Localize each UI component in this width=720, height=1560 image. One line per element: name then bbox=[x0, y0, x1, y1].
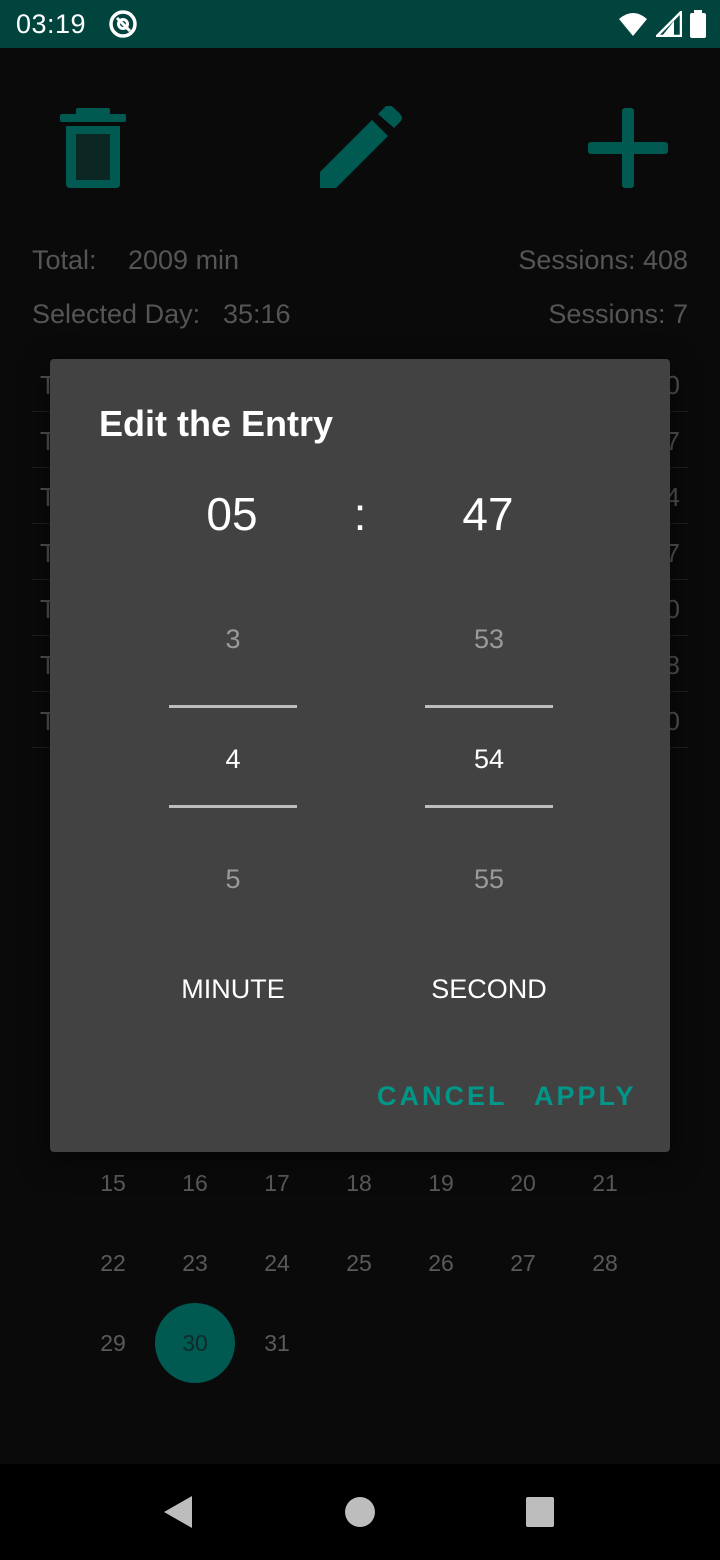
minute-current[interactable]: 4 bbox=[169, 744, 297, 775]
total-sessions: Sessions: 408 bbox=[518, 245, 688, 275]
pencil-icon[interactable] bbox=[318, 106, 402, 190]
calendar-day[interactable]: 16 bbox=[155, 1143, 235, 1223]
second-prev[interactable]: 53 bbox=[425, 624, 553, 655]
calendar-day[interactable]: 31 bbox=[237, 1303, 317, 1383]
dialog-title: Edit the Entry bbox=[99, 403, 334, 444]
calendar-day[interactable]: 24 bbox=[237, 1223, 317, 1303]
calendar-day[interactable]: 22 bbox=[73, 1223, 153, 1303]
time-separator: : bbox=[353, 488, 367, 540]
at-sign-icon bbox=[109, 10, 137, 38]
calendar-day[interactable]: 21 bbox=[565, 1143, 645, 1223]
edit-entry-dialog: Edit the Entry 05 : 47 3 4 5 53 54 55 MI… bbox=[50, 359, 670, 1152]
battery-icon bbox=[690, 10, 706, 38]
home-circle-icon[interactable] bbox=[344, 1494, 376, 1530]
signal-icon bbox=[656, 11, 682, 37]
calendar-day[interactable]: 26 bbox=[401, 1223, 481, 1303]
calendar-day[interactable]: 15 bbox=[73, 1143, 153, 1223]
calendar-day[interactable]: 25 bbox=[319, 1223, 399, 1303]
selected-day-value: 35:16 bbox=[223, 299, 291, 329]
second-current[interactable]: 54 bbox=[425, 744, 553, 775]
calendar-day-selected[interactable]: 30 bbox=[155, 1303, 235, 1383]
calendar-day[interactable]: 20 bbox=[483, 1143, 563, 1223]
minute-next[interactable]: 5 bbox=[169, 864, 297, 895]
plus-icon[interactable] bbox=[586, 106, 670, 190]
seconds-display: 47 bbox=[462, 488, 514, 540]
total-label: Total: bbox=[32, 245, 97, 275]
wifi-icon bbox=[619, 13, 647, 36]
calendar-day[interactable]: 18 bbox=[319, 1143, 399, 1223]
minute-prev[interactable]: 3 bbox=[169, 624, 297, 655]
minute-picker[interactable]: 3 4 5 bbox=[169, 589, 297, 909]
recents-square-icon[interactable] bbox=[524, 1494, 556, 1530]
second-next[interactable]: 55 bbox=[425, 864, 553, 895]
calendar-day[interactable]: 28 bbox=[565, 1223, 645, 1303]
calendar-day[interactable]: 19 bbox=[401, 1143, 481, 1223]
selected-day-label: Selected Day: bbox=[32, 299, 201, 329]
cancel-button[interactable]: CANCEL bbox=[377, 1081, 508, 1112]
calendar-day[interactable]: 23 bbox=[155, 1223, 235, 1303]
second-caption: SECOND bbox=[431, 974, 547, 1004]
minute-picker-divider bbox=[169, 705, 297, 708]
total-value: 2009 min bbox=[128, 245, 240, 275]
minute-caption: MINUTE bbox=[181, 974, 285, 1004]
calendar-day[interactable]: 27 bbox=[483, 1223, 563, 1303]
back-triangle-icon[interactable] bbox=[162, 1494, 194, 1530]
status-bar: 03:19 bbox=[0, 0, 720, 48]
second-picker[interactable]: 53 54 55 bbox=[425, 589, 553, 909]
selected-day-sessions: Sessions: 7 bbox=[548, 299, 688, 329]
minutes-display: 05 bbox=[206, 488, 258, 540]
trash-icon[interactable] bbox=[58, 106, 128, 190]
apply-button[interactable]: APPLY bbox=[534, 1081, 637, 1112]
second-picker-divider bbox=[425, 705, 553, 708]
status-time: 03:19 bbox=[16, 9, 87, 39]
calendar-day[interactable]: 29 bbox=[73, 1303, 153, 1383]
calendar-day[interactable]: 17 bbox=[237, 1143, 317, 1223]
second-picker-divider bbox=[425, 805, 553, 808]
minute-picker-divider bbox=[169, 805, 297, 808]
navigation-bar bbox=[0, 1464, 720, 1560]
status-icons bbox=[618, 10, 706, 38]
